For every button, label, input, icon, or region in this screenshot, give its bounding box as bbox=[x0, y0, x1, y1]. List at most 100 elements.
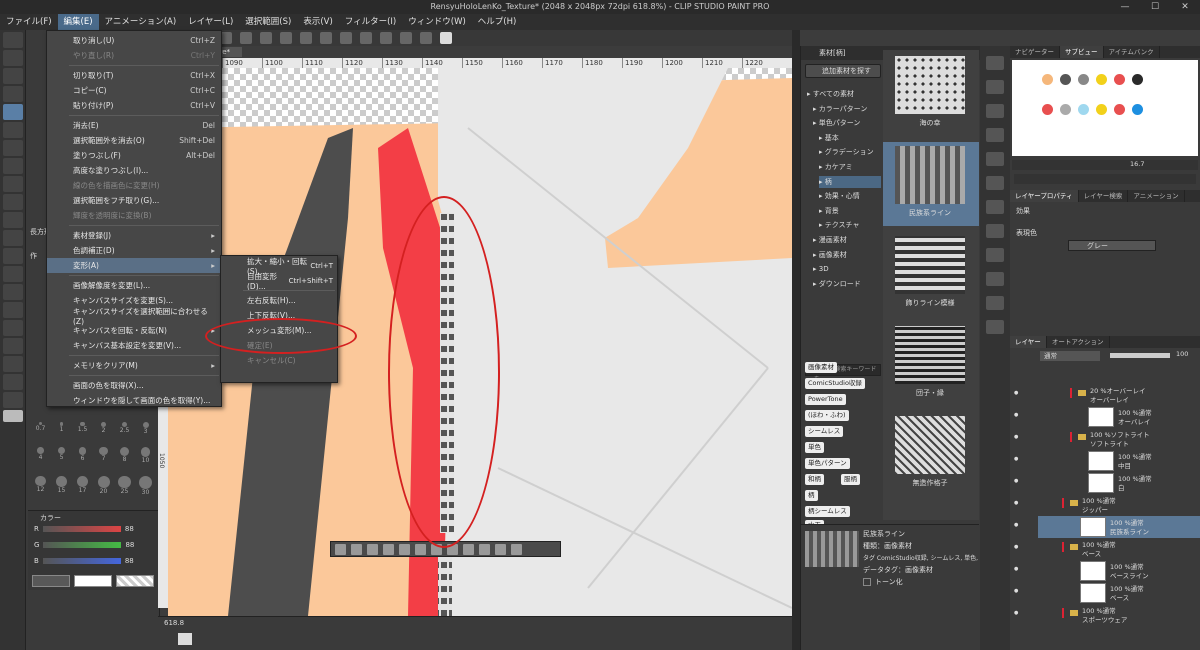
fill-tool-icon[interactable] bbox=[3, 266, 23, 282]
material-tree-item[interactable]: ▸ ダウンロード bbox=[813, 278, 881, 290]
text-tool-icon[interactable] bbox=[3, 356, 23, 372]
panel-icon[interactable] bbox=[986, 152, 1004, 166]
brush-size-cell[interactable]: 6 bbox=[74, 447, 91, 472]
clear-outside-icon[interactable] bbox=[351, 543, 362, 555]
panel-icon[interactable] bbox=[986, 272, 1004, 286]
material-thumbnail[interactable] bbox=[895, 56, 965, 114]
panel-icon[interactable] bbox=[986, 128, 1004, 142]
pencil-tool-icon[interactable] bbox=[3, 158, 23, 174]
material-tag[interactable]: 画像素材 bbox=[805, 362, 837, 373]
material-tag[interactable]: (ほわ・ふわ) bbox=[805, 410, 849, 421]
palette-color-dot[interactable] bbox=[1096, 74, 1107, 85]
deselect-icon[interactable] bbox=[340, 32, 352, 44]
material-tree-item[interactable]: ▸ 効果・心情 bbox=[819, 190, 881, 202]
transform-menu-item[interactable]: 自由変形(D)... Ctrl+Shift+T bbox=[221, 272, 337, 291]
material-tree-item[interactable]: ▸ カケアミ bbox=[819, 161, 881, 173]
invert-icon[interactable] bbox=[367, 543, 378, 555]
brush-size-cell[interactable]: 8 bbox=[116, 447, 133, 472]
menu-1[interactable]: 編集(E) bbox=[57, 14, 99, 30]
menu-7[interactable]: ウィンドウ(W) bbox=[402, 14, 472, 30]
tab-navigator[interactable]: ナビゲーター bbox=[1010, 46, 1060, 58]
edit-menu-item[interactable]: 貼り付け(P) Ctrl+V bbox=[47, 98, 221, 113]
auto-select-icon[interactable] bbox=[3, 122, 23, 138]
crop-icon[interactable] bbox=[431, 543, 442, 555]
menu-8[interactable]: ヘルプ(H) bbox=[472, 14, 523, 30]
material-tree-item[interactable]: ▸ 3D bbox=[813, 263, 881, 275]
brush-size-cell[interactable]: 2 bbox=[95, 422, 112, 443]
tone-checkbox[interactable] bbox=[863, 578, 871, 586]
palette-color-dot[interactable] bbox=[1114, 74, 1125, 85]
visibility-eye-icon[interactable]: ● bbox=[1014, 566, 1024, 576]
airbrush-icon[interactable] bbox=[3, 194, 23, 210]
edit-menu-item[interactable]: 選択範囲外を消去(O) Shift+Del bbox=[47, 133, 221, 148]
visibility-eye-icon[interactable]: ● bbox=[1014, 500, 1024, 510]
edit-menu-item[interactable]: キャンバス基本設定を変更(V)... bbox=[47, 338, 221, 353]
tab-item-bank[interactable]: アイテムバンク bbox=[1104, 46, 1160, 58]
maximize-button[interactable]: ☐ bbox=[1140, 0, 1170, 14]
menu-2[interactable]: アニメーション(A) bbox=[99, 14, 183, 30]
material-thumbnail[interactable] bbox=[895, 326, 965, 384]
ruler-tool-icon[interactable] bbox=[3, 338, 23, 354]
edit-menu-item[interactable]: 色調補正(D) ▸ bbox=[47, 243, 221, 258]
main-color-swatch[interactable] bbox=[3, 410, 23, 422]
tab-animation[interactable]: アニメーション bbox=[1128, 190, 1185, 202]
material-tag[interactable]: PowerTone bbox=[805, 394, 846, 405]
material-thumbnail[interactable] bbox=[895, 236, 965, 294]
material-tag[interactable]: 単色 bbox=[805, 442, 824, 453]
brush-size-cell[interactable]: 0.7 bbox=[32, 422, 49, 443]
edit-menu-item[interactable]: 素材登録(J) ▸ bbox=[47, 228, 221, 243]
brush-size-cell[interactable]: 15 bbox=[53, 475, 70, 504]
subview-zoom-value[interactable]: 16.7 bbox=[1130, 160, 1144, 168]
zoom-readout[interactable]: 618.8 bbox=[164, 619, 184, 627]
palette-color-dot[interactable] bbox=[1078, 74, 1089, 85]
material-tree-item[interactable]: ▸ 漫画素材 bbox=[813, 234, 881, 246]
eraser-icon[interactable] bbox=[3, 230, 23, 246]
copy-paste-icon[interactable] bbox=[447, 543, 458, 555]
tab-layer-search[interactable]: レイヤー検索 bbox=[1079, 190, 1129, 202]
material-tag[interactable]: 服柄 bbox=[841, 474, 860, 485]
blend-mode-select[interactable]: 通常 bbox=[1040, 351, 1100, 361]
clear-outside-icon[interactable] bbox=[280, 32, 292, 44]
scale-rotate-icon[interactable] bbox=[320, 32, 332, 44]
visibility-eye-icon[interactable]: ● bbox=[1014, 390, 1024, 400]
opacity-slider[interactable] bbox=[1110, 353, 1170, 358]
material-tree-item[interactable]: ▸ テクスチャ bbox=[819, 219, 881, 231]
palette-color-dot[interactable] bbox=[1042, 104, 1053, 115]
edit-menu-item[interactable]: 画像解像度を変更(L)... bbox=[47, 278, 221, 293]
erase-icon[interactable] bbox=[415, 543, 426, 555]
edit-menu-item[interactable]: 消去(E) Del bbox=[47, 118, 221, 133]
invert-selection-icon[interactable] bbox=[360, 32, 372, 44]
brush-size-cell[interactable]: 30 bbox=[137, 475, 154, 504]
material-tree-item[interactable]: ▸ カラーパターン bbox=[813, 103, 881, 115]
palette-color-dot[interactable] bbox=[1132, 74, 1143, 85]
frame-tool-icon[interactable] bbox=[3, 320, 23, 336]
edit-menu-item[interactable]: ウィンドウを隠して画面の色を取得(Y)... bbox=[47, 393, 221, 408]
material-tree-item[interactable]: ▸ 柄 bbox=[819, 175, 881, 188]
find-more-materials-button[interactable]: 追加素材を探す bbox=[805, 64, 881, 78]
snap-grid-icon[interactable] bbox=[400, 32, 412, 44]
expression-color-select[interactable]: グレー bbox=[1068, 240, 1156, 251]
edit-menu-item[interactable]: 切り取り(T) Ctrl+X bbox=[47, 68, 221, 83]
material-thumbnail[interactable] bbox=[895, 146, 965, 204]
panel-icon[interactable] bbox=[986, 80, 1004, 94]
panel-icon[interactable] bbox=[986, 248, 1004, 262]
deselect-icon[interactable] bbox=[335, 543, 346, 555]
menu-5[interactable]: 表示(V) bbox=[297, 14, 338, 30]
line-correction-icon[interactable] bbox=[3, 392, 23, 408]
material-tree-item[interactable]: ▸ グラデーション bbox=[819, 146, 881, 158]
snap-perspective-icon[interactable] bbox=[420, 32, 432, 44]
edit-menu-item[interactable]: 塗りつぶし(F) Alt+Del bbox=[47, 148, 221, 163]
material-tree-item[interactable]: ▸ 画像素材 bbox=[813, 249, 881, 261]
edit-menu-item[interactable]: 取り消し(U) Ctrl+Z bbox=[47, 33, 221, 48]
edit-menu-item[interactable]: コピー(C) Ctrl+C bbox=[47, 83, 221, 98]
slider-g[interactable] bbox=[43, 542, 122, 548]
menu-0[interactable]: ファイル(F) bbox=[0, 14, 58, 30]
edit-menu-item[interactable]: キャンバスサイズを選択範囲に合わせる(Z) bbox=[47, 307, 221, 326]
pen-tool-icon[interactable] bbox=[3, 140, 23, 156]
visibility-eye-icon[interactable]: ● bbox=[1014, 434, 1024, 444]
brush-size-cell[interactable]: 10 bbox=[137, 447, 154, 472]
brush-size-cell[interactable]: 7 bbox=[95, 447, 112, 472]
visibility-eye-icon[interactable]: ● bbox=[1014, 588, 1024, 598]
tab-subview[interactable]: サブビュー bbox=[1060, 46, 1104, 58]
brush-tool-icon[interactable] bbox=[3, 176, 23, 192]
